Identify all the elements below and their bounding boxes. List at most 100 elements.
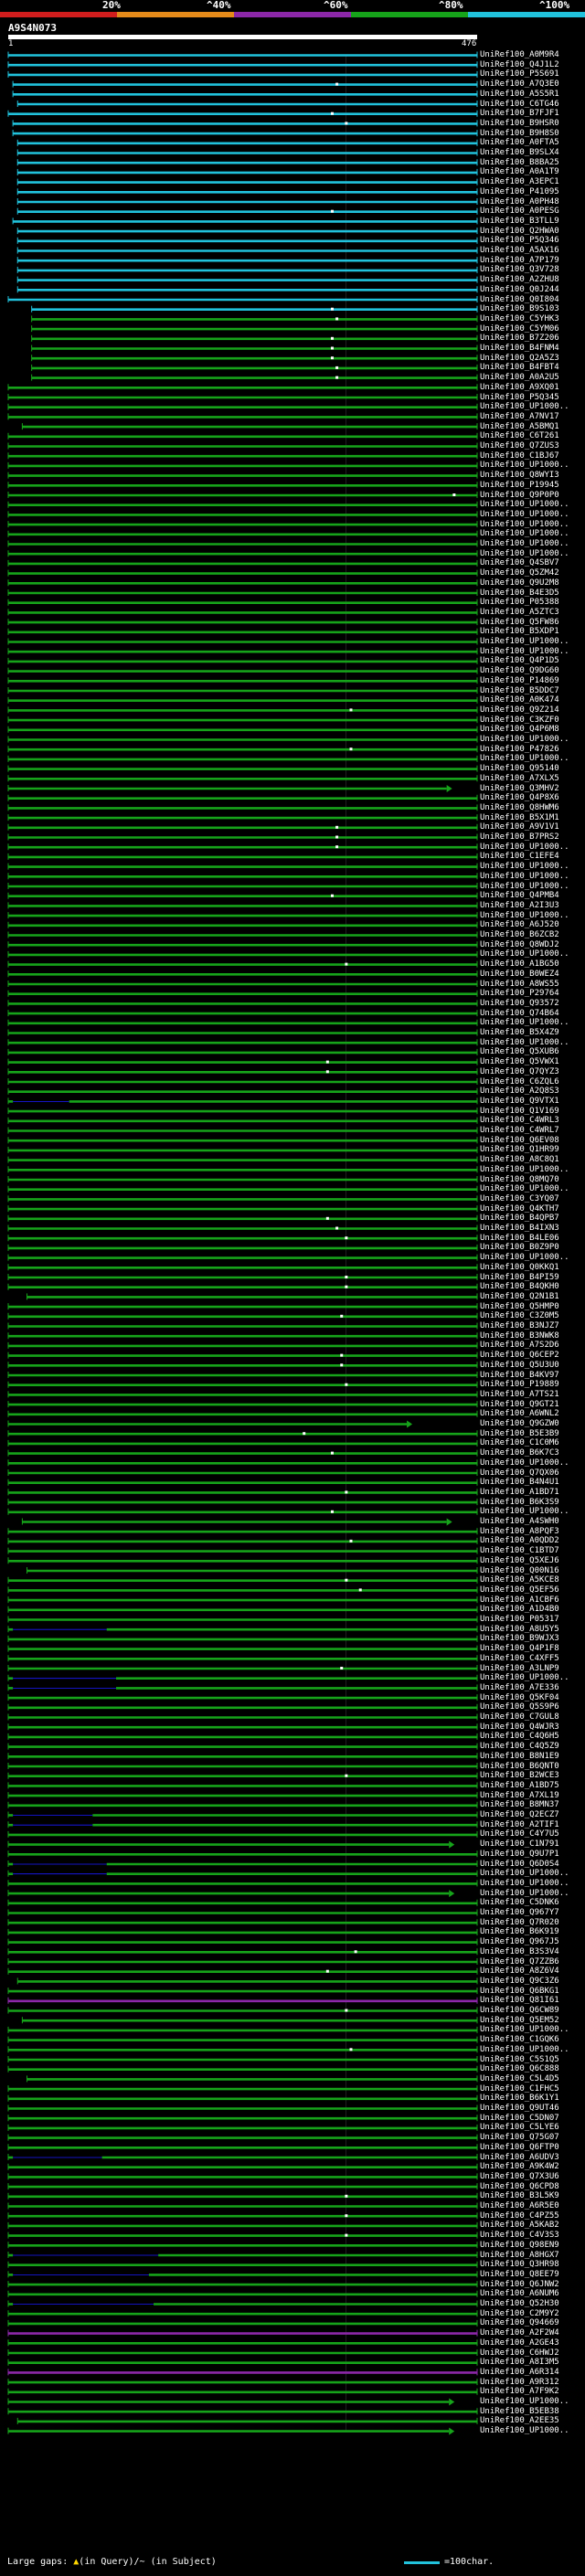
hit-label[interactable]: UniRef100_B4QPB7 [480,1214,559,1224]
hit-label[interactable]: UniRef100_A7E336 [480,1683,559,1693]
hit-label[interactable]: UniRef100_A7S2D6 [480,1341,559,1351]
hit-label[interactable]: UniRef100_Q5VWX1 [480,1057,559,1067]
hit-label[interactable]: UniRef100_C4WRL3 [480,1116,559,1126]
hit-label[interactable]: UniRef100_UP1000.. [480,1507,569,1517]
hit-label[interactable]: UniRef100_B6K7C3 [480,1448,559,1458]
hit-label[interactable]: UniRef100_B5EB38 [480,2407,559,2417]
hit-label[interactable]: UniRef100_A8I3M5 [480,2358,559,2368]
hit-label[interactable]: UniRef100_Q4SBV7 [480,558,559,568]
hit-label[interactable]: UniRef100_B8N1E9 [480,1752,559,1762]
hit-label[interactable]: UniRef100_B3NJZ7 [480,1321,559,1331]
hit-label[interactable]: UniRef100_B4LE06 [480,1234,559,1244]
hit-label[interactable]: UniRef100_Q6CPD8 [480,2182,559,2192]
hit-label[interactable]: UniRef100_Q52H30 [480,2299,559,2309]
hit-label[interactable]: UniRef100_C1EFE4 [480,852,559,862]
hit-label[interactable]: UniRef100_B3L5K9 [480,2191,559,2201]
hit-label[interactable]: UniRef100_C4XFF5 [480,1654,559,1664]
hit-label[interactable]: UniRef100_Q81I61 [480,1996,559,2006]
hit-label[interactable]: UniRef100_C1GQK6 [480,2035,559,2045]
hit-label[interactable]: UniRef100_Q5XUB6 [480,1047,559,1057]
hit-label[interactable]: UniRef100_Q00N16 [480,1566,559,1576]
hit-label[interactable]: UniRef100_A1CBF6 [480,1595,559,1606]
hit-label[interactable]: UniRef100_Q967J5 [480,1937,559,1947]
hit-label[interactable]: UniRef100_B8BA25 [480,158,559,168]
hit-label[interactable]: UniRef100_A2ZHU8 [480,275,559,285]
hit-label[interactable]: UniRef100_Q8WDJ2 [480,940,559,950]
hit-label[interactable]: UniRef100_A8C8Q1 [480,1155,559,1165]
hit-label[interactable]: UniRef100_Q9GT21 [480,1400,559,1410]
hit-label[interactable]: UniRef100_B3TLL9 [480,217,559,227]
hit-label[interactable]: UniRef100_Q8HWM6 [480,803,559,813]
hit-label[interactable]: UniRef100_C6ZQL6 [480,1077,559,1087]
hit-label[interactable]: UniRef100_Q74B64 [480,1009,559,1019]
hit-label[interactable]: UniRef100_A5S5R1 [480,90,559,100]
hit-label[interactable]: UniRef100_C3KZF0 [480,716,559,726]
hit-label[interactable]: UniRef100_UP1000.. [480,510,569,520]
hit-label[interactable]: UniRef100_A0K474 [480,695,559,705]
hit-label[interactable]: UniRef100_A2GE43 [480,2338,559,2348]
hit-label[interactable]: UniRef100_P29764 [480,989,559,999]
hit-label[interactable]: UniRef100_C4PZ55 [480,2211,559,2221]
hit-label[interactable]: UniRef100_C4Q6H5 [480,1732,559,1742]
hit-label[interactable]: UniRef100_UP1000.. [480,862,569,872]
hit-label[interactable]: UniRef100_B9H8S0 [480,129,559,139]
hit-label[interactable]: UniRef100_A9R312 [480,2378,559,2388]
hit-label[interactable]: UniRef100_A8U5Y5 [480,1625,559,1635]
hit-label[interactable]: UniRef100_C1BTD7 [480,1546,559,1556]
hit-label[interactable]: UniRef100_Q2N1B1 [480,1292,559,1302]
hit-label[interactable]: UniRef100_C5L4D5 [480,2074,559,2084]
hit-label[interactable]: UniRef100_Q4P8X6 [480,793,559,803]
hit-label[interactable]: UniRef100_B9WJX3 [480,1634,559,1644]
hit-label[interactable]: UniRef100_Q4PMB4 [480,891,559,901]
hit-label[interactable]: UniRef100_UP1000.. [480,461,569,471]
hit-label[interactable]: UniRef100_UP1000.. [480,539,569,549]
hit-label[interactable]: UniRef100_UP1000.. [480,735,569,745]
hit-label[interactable]: UniRef100_B9SLX4 [480,148,559,158]
hit-label[interactable]: UniRef100_Q75G07 [480,2133,559,2143]
hit-label[interactable]: UniRef100_B7PRS2 [480,832,559,843]
hit-label[interactable]: UniRef100_UP1000.. [480,402,569,412]
hit-label[interactable]: UniRef100_B6ZCB2 [480,930,559,940]
hit-label[interactable]: UniRef100_B4FBT4 [480,363,559,373]
hit-label[interactable]: UniRef100_Q9UT46 [480,2104,559,2114]
hit-label[interactable]: UniRef100_A1BD75 [480,1781,559,1791]
hit-label[interactable]: UniRef100_A7F9K2 [480,2387,559,2397]
hit-label[interactable]: UniRef100_C2M9Y2 [480,2309,559,2319]
hit-label[interactable]: UniRef100_P19945 [480,481,559,491]
hit-label[interactable]: UniRef100_A5AX16 [480,246,559,256]
hit-label[interactable]: UniRef100_Q93572 [480,999,559,1009]
hit-label[interactable]: UniRef100_Q5HMP0 [480,1302,559,1312]
hit-label[interactable]: UniRef100_A8Z6V4 [480,1966,559,1977]
hit-label[interactable]: UniRef100_Q5FW86 [480,618,559,628]
hit-label[interactable]: UniRef100_A5BMQ1 [480,422,559,432]
hit-label[interactable]: UniRef100_C4Q5Z9 [480,1742,559,1752]
hit-label[interactable]: UniRef100_Q9U2M8 [480,578,559,588]
hit-label[interactable]: UniRef100_Q9DG60 [480,666,559,676]
hit-label[interactable]: UniRef100_A8PQF3 [480,1527,559,1537]
hit-label[interactable]: UniRef100_Q3HR98 [480,2260,559,2270]
hit-label[interactable]: UniRef100_P14869 [480,676,559,686]
hit-label[interactable]: UniRef100_A7NV17 [480,412,559,422]
hit-label[interactable]: UniRef100_Q4WJR3 [480,1723,559,1733]
hit-label[interactable]: UniRef100_Q5ZM42 [480,568,559,578]
hit-label[interactable]: UniRef100_Q95140 [480,764,559,774]
hit-label[interactable]: UniRef100_UP1000.. [480,2025,569,2035]
hit-label[interactable]: UniRef100_A0PH48 [480,197,559,207]
hit-label[interactable]: UniRef100_UP1000.. [480,1673,569,1683]
hit-label[interactable]: UniRef100_P5S691 [480,69,559,80]
hit-label[interactable]: UniRef100_B6QNT0 [480,1762,559,1772]
hit-label[interactable]: UniRef100_UP1000.. [480,2045,569,2055]
hit-label[interactable]: UniRef100_Q2A5Z3 [480,354,559,364]
hit-label[interactable]: UniRef100_C3Z0M5 [480,1311,559,1321]
hit-label[interactable]: UniRef100_Q9P0P0 [480,491,559,501]
hit-label[interactable]: UniRef100_A0PESG [480,207,559,217]
hit-label[interactable]: UniRef100_Q7R020 [480,1918,559,1928]
hit-label[interactable]: UniRef100_Q7X3U6 [480,2172,559,2182]
hit-label[interactable]: UniRef100_A9V1V1 [480,822,559,832]
hit-label[interactable]: UniRef100_C6HWJ2 [480,2348,559,2359]
hit-label[interactable]: UniRef100_Q94669 [480,2318,559,2328]
hit-label[interactable]: UniRef100_Q5U3U0 [480,1361,559,1371]
hit-label[interactable]: UniRef100_Q8WYI3 [480,471,559,481]
hit-label[interactable]: UniRef100_A2TIF1 [480,1820,559,1830]
hit-label[interactable]: UniRef100_A6UDV3 [480,2153,559,2163]
